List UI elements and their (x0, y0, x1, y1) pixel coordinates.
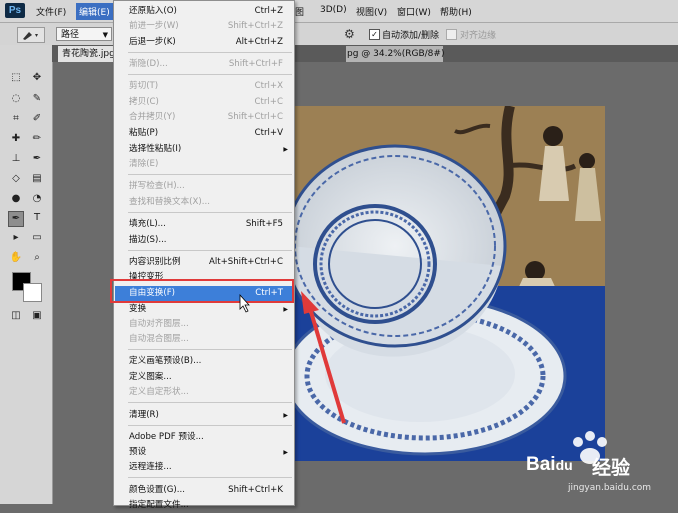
mouse-cursor-icon (239, 293, 250, 313)
baidu-jingyan-watermark: Baidu 经验 jingyan.baidu.com (520, 428, 670, 498)
jingyan-text: 经验 (592, 457, 631, 479)
baidu-logo-text: Baidu (526, 454, 573, 475)
jingyan-url: jingyan.baidu.com (568, 483, 652, 493)
